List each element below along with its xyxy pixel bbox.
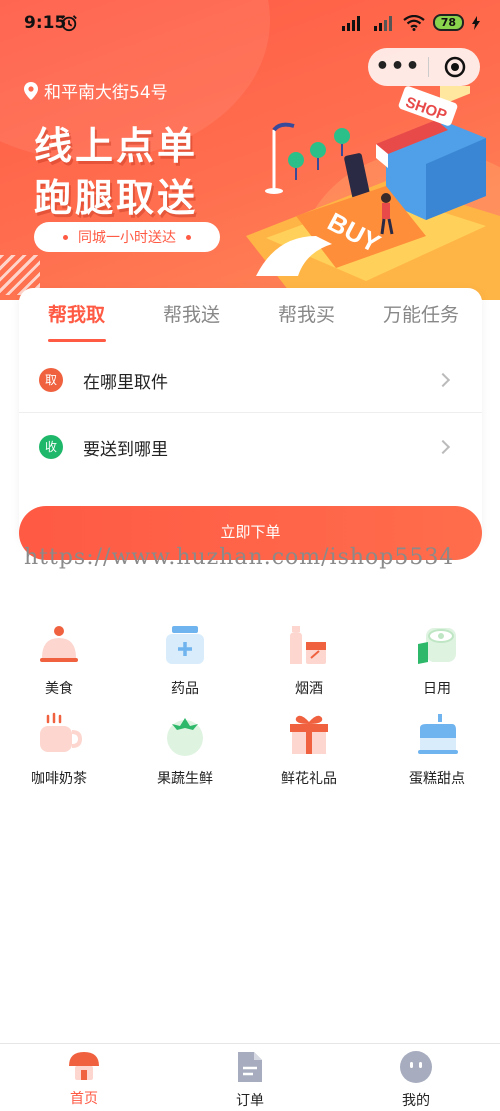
category-food[interactable]: 美食 — [9, 622, 109, 698]
status-icons: 78 — [341, 14, 480, 31]
category-fresh-produce[interactable]: 果蔬生鲜 — [135, 712, 235, 788]
category-name: 蛋糕甜点 — [409, 771, 465, 787]
delivery-address-row[interactable]: 收 要送到哪里 — [19, 414, 482, 480]
home-icon — [69, 1052, 99, 1080]
pickup-address-label: 在哪里取件 — [83, 372, 168, 393]
pill-dot — [63, 234, 68, 240]
nav-label: 我的 — [402, 1093, 430, 1109]
status-bar: 9:15 78 — [0, 0, 500, 46]
delivery-address-label: 要送到哪里 — [83, 439, 168, 460]
category-name: 烟酒 — [295, 681, 323, 697]
active-tab-indicator — [48, 339, 106, 342]
flower-gift-icon — [290, 715, 328, 754]
chevron-right-icon — [435, 372, 451, 388]
category-name: 鲜花礼品 — [281, 771, 337, 787]
category-tobacco-wine[interactable]: 烟酒 — [259, 622, 359, 698]
more-options-icon[interactable]: ••• — [368, 49, 428, 85]
category-name: 咖啡奶茶 — [31, 771, 87, 787]
bottom-navigation: 首页 订单 我的 — [0, 1043, 500, 1111]
location-address: 和平南大街54号 — [44, 83, 168, 103]
category-cake-dessert[interactable]: 蛋糕甜点 — [387, 712, 487, 788]
pill-dot — [186, 234, 191, 240]
tab-any-task[interactable]: 万能任务 — [383, 300, 459, 327]
category-name: 药品 — [171, 681, 199, 697]
nav-profile[interactable]: 我的 — [376, 1050, 456, 1110]
signal-icon — [373, 15, 392, 31]
nav-orders[interactable]: 订单 — [210, 1050, 290, 1110]
medicine-icon — [166, 626, 204, 664]
battery-indicator: 78 — [432, 14, 464, 31]
nav-label: 首页 — [70, 1091, 98, 1107]
category-medicine[interactable]: 药品 — [135, 622, 235, 698]
category-name: 美食 — [45, 681, 73, 697]
location-pin-icon — [24, 81, 38, 100]
service-tabs: 帮我取 帮我送 帮我买 万能任务 — [19, 288, 482, 342]
tab-send[interactable]: 帮我送 — [163, 300, 220, 327]
banner-headline: 线上点单 跑腿取送 — [34, 120, 198, 224]
profile-icon — [400, 1051, 432, 1083]
pickup-address-row[interactable]: 取 在哪里取件 — [19, 347, 482, 413]
order-icon — [238, 1052, 262, 1082]
nav-home[interactable]: 首页 — [44, 1050, 124, 1108]
cake-dessert-icon — [418, 714, 458, 754]
fresh-produce-icon — [167, 718, 203, 756]
tobacco-wine-icon — [290, 626, 326, 664]
tab-pickup[interactable]: 帮我取 — [48, 300, 105, 327]
receive-badge: 收 — [39, 435, 63, 459]
headline-line: 跑腿取送 — [34, 176, 199, 220]
location-selector[interactable]: 和平南大街54号 — [24, 78, 168, 103]
category-flower-gift[interactable]: 鲜花礼品 — [259, 712, 359, 788]
charging-icon — [472, 15, 480, 30]
app-page: 9:15 78 ••• 和平南大街54号 线上点单 跑腿取送 同城一小时送达 S… — [0, 0, 500, 1111]
chevron-right-icon — [435, 439, 451, 455]
wifi-icon — [403, 14, 425, 31]
nav-label: 订单 — [236, 1093, 264, 1109]
shop-illustration: SHOP BUY — [246, 86, 500, 300]
miniprogram-capsule: ••• — [368, 48, 480, 86]
food-icon — [40, 626, 78, 662]
tab-buy[interactable]: 帮我买 — [278, 300, 335, 327]
category-name: 果蔬生鲜 — [157, 771, 213, 787]
alarm-icon — [61, 15, 77, 32]
hero-banner: 9:15 78 ••• 和平南大街54号 线上点单 跑腿取送 同城一小时送达 S… — [0, 0, 500, 300]
signal-icon — [341, 15, 360, 31]
close-miniprogram-icon[interactable] — [429, 56, 480, 78]
banner-subtitle: 同城一小时送达 — [78, 230, 176, 246]
category-daily-goods[interactable]: 日用 — [387, 622, 487, 698]
category-coffee-tea[interactable]: 咖啡奶茶 — [9, 712, 109, 788]
pickup-badge: 取 — [39, 368, 63, 392]
headline-line: 线上点单 — [34, 124, 199, 168]
coffee-tea-icon — [40, 712, 83, 752]
row-divider — [19, 412, 482, 413]
banner-subtitle-pill: 同城一小时送达 — [34, 222, 220, 252]
watermark-text: https://www.huzhan.com/ishop5534 — [24, 545, 455, 570]
category-name: 日用 — [423, 681, 451, 697]
daily-goods-icon — [418, 628, 456, 664]
